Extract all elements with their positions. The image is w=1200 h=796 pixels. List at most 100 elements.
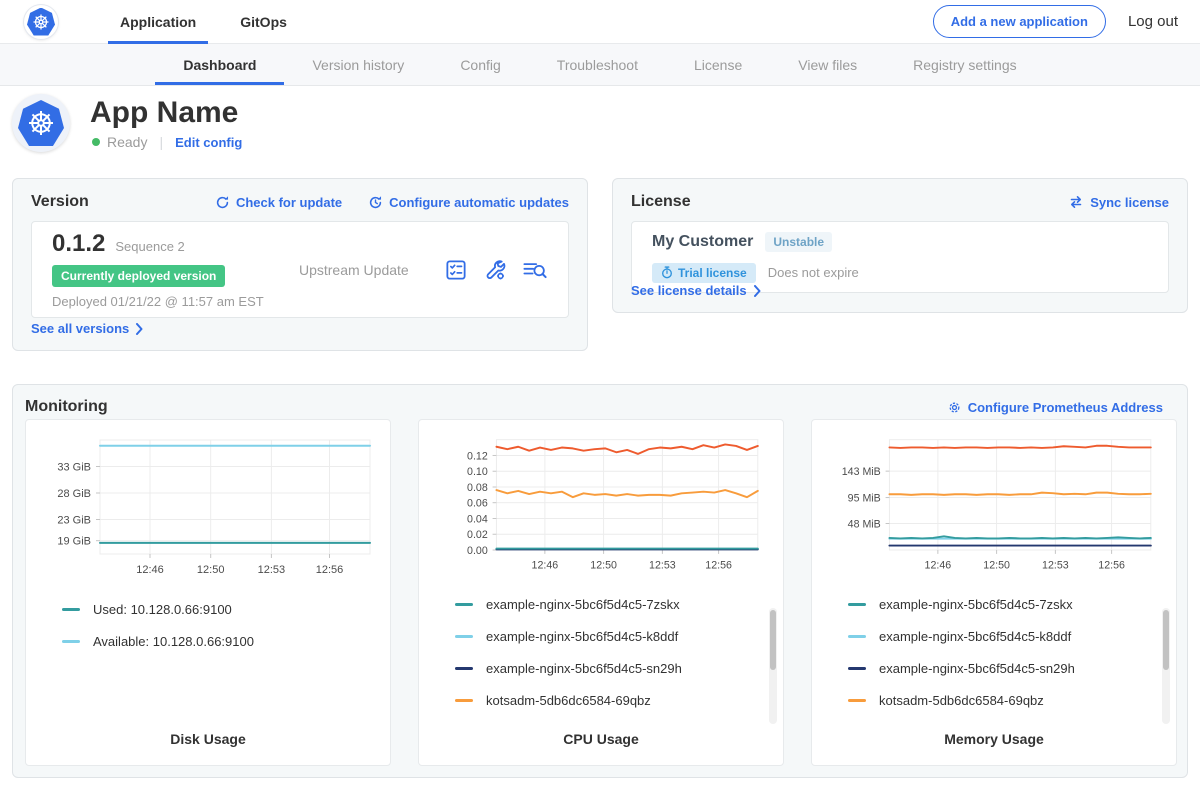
edit-config-link[interactable]: Edit config bbox=[175, 135, 242, 150]
license-card: License Sync license My Customer Unstabl… bbox=[612, 178, 1188, 313]
svg-text:12:50: 12:50 bbox=[197, 564, 225, 576]
legend-label: example-nginx-5bc6f5d4c5-sn29h bbox=[879, 661, 1075, 676]
config-wrench-icon[interactable] bbox=[483, 258, 507, 282]
legend-marker bbox=[62, 608, 80, 611]
subnav-troubleshoot[interactable]: Troubleshoot bbox=[529, 44, 666, 85]
version-sequence: Sequence 2 bbox=[115, 239, 184, 254]
memory-usage-title: Memory Usage bbox=[820, 725, 1168, 753]
svg-text:0.00: 0.00 bbox=[467, 545, 488, 557]
monitoring-title: Monitoring bbox=[25, 398, 108, 416]
customer-name: My Customer bbox=[652, 233, 753, 251]
legend-marker bbox=[455, 699, 473, 702]
cpu-usage-title: CPU Usage bbox=[427, 725, 775, 753]
legend-marker bbox=[455, 667, 473, 670]
svg-text:33 GiB: 33 GiB bbox=[57, 462, 91, 474]
cpu-usage-panel: 0.120.100.080.060.040.020.0012:4612:5012… bbox=[418, 419, 784, 766]
legend-label: example-nginx-5bc6f5d4c5-k8ddf bbox=[879, 629, 1071, 644]
legend-item: kotsadm-5db6dc6584-69qbz bbox=[455, 693, 775, 708]
svg-text:0.04: 0.04 bbox=[467, 513, 488, 525]
svg-text:0.06: 0.06 bbox=[467, 498, 488, 510]
legend-scrollbar[interactable] bbox=[769, 608, 777, 724]
refresh-icon bbox=[215, 195, 230, 210]
cpu-usage-chart: 0.120.100.080.060.040.020.0012:4612:5012… bbox=[427, 430, 775, 581]
sync-arrows-icon bbox=[1068, 195, 1084, 209]
subnav-license[interactable]: License bbox=[666, 44, 770, 85]
svg-text:12:46: 12:46 bbox=[136, 564, 164, 576]
configure-prometheus-link[interactable]: Configure Prometheus Address bbox=[947, 400, 1163, 415]
see-all-versions-label: See all versions bbox=[31, 321, 129, 336]
memory-usage-chart: 143 MiB95 MiB48 MiB12:4612:5012:5312:56 bbox=[820, 430, 1168, 581]
license-card-title: License bbox=[631, 193, 691, 211]
logout-link[interactable]: Log out bbox=[1128, 13, 1178, 30]
legend-item: Available: 10.128.0.66:9100 bbox=[62, 634, 382, 649]
license-expiry: Does not expire bbox=[768, 265, 859, 280]
svg-text:0.02: 0.02 bbox=[467, 529, 488, 541]
channel-badge: Unstable bbox=[765, 232, 832, 252]
legend-marker bbox=[62, 640, 80, 643]
legend-item: example-nginx-5bc6f5d4c5-sn29h bbox=[848, 661, 1168, 676]
status-badge: Ready bbox=[107, 134, 147, 150]
svg-text:12:53: 12:53 bbox=[649, 559, 676, 571]
legend-marker bbox=[455, 603, 473, 606]
legend-item: example-nginx-5bc6f5d4c5-7zskx bbox=[848, 597, 1168, 612]
legend-label: example-nginx-5bc6f5d4c5-k8ddf bbox=[486, 629, 678, 644]
check-for-update-link[interactable]: Check for update bbox=[215, 195, 342, 210]
top-navigation-bar: Application GitOps Add a new application… bbox=[0, 0, 1200, 44]
svg-text:0.08: 0.08 bbox=[467, 482, 488, 494]
subnav-version-history[interactable]: Version history bbox=[284, 44, 432, 85]
svg-text:12:46: 12:46 bbox=[532, 559, 559, 571]
see-all-versions-link[interactable]: See all versions bbox=[31, 321, 144, 336]
see-license-details-link[interactable]: See license details bbox=[631, 283, 762, 298]
add-application-button[interactable]: Add a new application bbox=[933, 5, 1106, 38]
svg-text:12:53: 12:53 bbox=[1042, 559, 1069, 571]
disk-usage-title: Disk Usage bbox=[34, 725, 382, 753]
subnav-dashboard[interactable]: Dashboard bbox=[155, 44, 284, 85]
svg-text:0.12: 0.12 bbox=[467, 450, 488, 462]
legend-item: kotsadm-5db6dc6584-69qbz bbox=[848, 693, 1168, 708]
kubernetes-wheel-icon bbox=[25, 107, 57, 139]
legend-marker bbox=[848, 603, 866, 606]
view-logs-icon[interactable] bbox=[522, 258, 548, 282]
legend-marker bbox=[455, 635, 473, 638]
svg-text:12:56: 12:56 bbox=[316, 564, 344, 576]
tab-application[interactable]: Application bbox=[108, 0, 208, 44]
check-for-update-label: Check for update bbox=[236, 195, 342, 210]
legend-label: kotsadm-5db6dc6584-69qbz bbox=[486, 693, 651, 708]
legend-scrollbar[interactable] bbox=[1162, 608, 1170, 724]
chevron-right-icon bbox=[753, 285, 762, 297]
scrollbar-thumb[interactable] bbox=[1163, 610, 1169, 670]
subnav-view-files[interactable]: View files bbox=[770, 44, 885, 85]
svg-text:23 GiB: 23 GiB bbox=[57, 515, 91, 527]
configure-automatic-updates-link[interactable]: Configure automatic updates bbox=[368, 195, 569, 210]
legend-item: example-nginx-5bc6f5d4c5-k8ddf bbox=[848, 629, 1168, 644]
see-license-details-label: See license details bbox=[631, 283, 747, 298]
app-icon bbox=[12, 94, 70, 152]
legend-item: example-nginx-5bc6f5d4c5-k8ddf bbox=[455, 629, 775, 644]
version-source: Upstream Update bbox=[264, 262, 444, 278]
sync-license-link[interactable]: Sync license bbox=[1068, 195, 1169, 210]
svg-text:19 GiB: 19 GiB bbox=[57, 536, 91, 548]
monitoring-card: Monitoring Configure Prometheus Address … bbox=[12, 384, 1188, 778]
legend-item: example-nginx-5bc6f5d4c5-sn29h bbox=[455, 661, 775, 676]
disk-usage-legend: Used: 10.128.0.66:9100 Available: 10.128.… bbox=[34, 586, 382, 725]
legend-label: Used: 10.128.0.66:9100 bbox=[93, 602, 232, 617]
preflight-checks-icon[interactable] bbox=[444, 258, 468, 282]
sync-license-label: Sync license bbox=[1090, 195, 1169, 210]
svg-text:0.10: 0.10 bbox=[467, 466, 488, 478]
scrollbar-thumb[interactable] bbox=[770, 610, 776, 670]
subnav-config[interactable]: Config bbox=[432, 44, 528, 85]
kubernetes-wheel-icon bbox=[31, 12, 51, 32]
deployed-timestamp: Deployed 01/21/22 @ 11:57 am EST bbox=[52, 294, 264, 309]
svg-text:12:53: 12:53 bbox=[258, 564, 286, 576]
subnav-registry-settings[interactable]: Registry settings bbox=[885, 44, 1044, 85]
legend-label: example-nginx-5bc6f5d4c5-sn29h bbox=[486, 661, 682, 676]
svg-text:12:56: 12:56 bbox=[705, 559, 732, 571]
gear-icon bbox=[947, 400, 962, 415]
page-title: App Name bbox=[90, 96, 238, 130]
svg-text:95 MiB: 95 MiB bbox=[848, 492, 881, 504]
memory-usage-legend: example-nginx-5bc6f5d4c5-7zskx example-ng… bbox=[820, 581, 1168, 725]
tab-gitops[interactable]: GitOps bbox=[228, 0, 299, 44]
trial-license-badge: Trial license bbox=[652, 263, 756, 283]
disk-usage-panel: 33 GiB28 GiB23 GiB19 GiB12:4612:5012:531… bbox=[25, 419, 391, 766]
version-number: 0.1.2 bbox=[52, 230, 105, 258]
